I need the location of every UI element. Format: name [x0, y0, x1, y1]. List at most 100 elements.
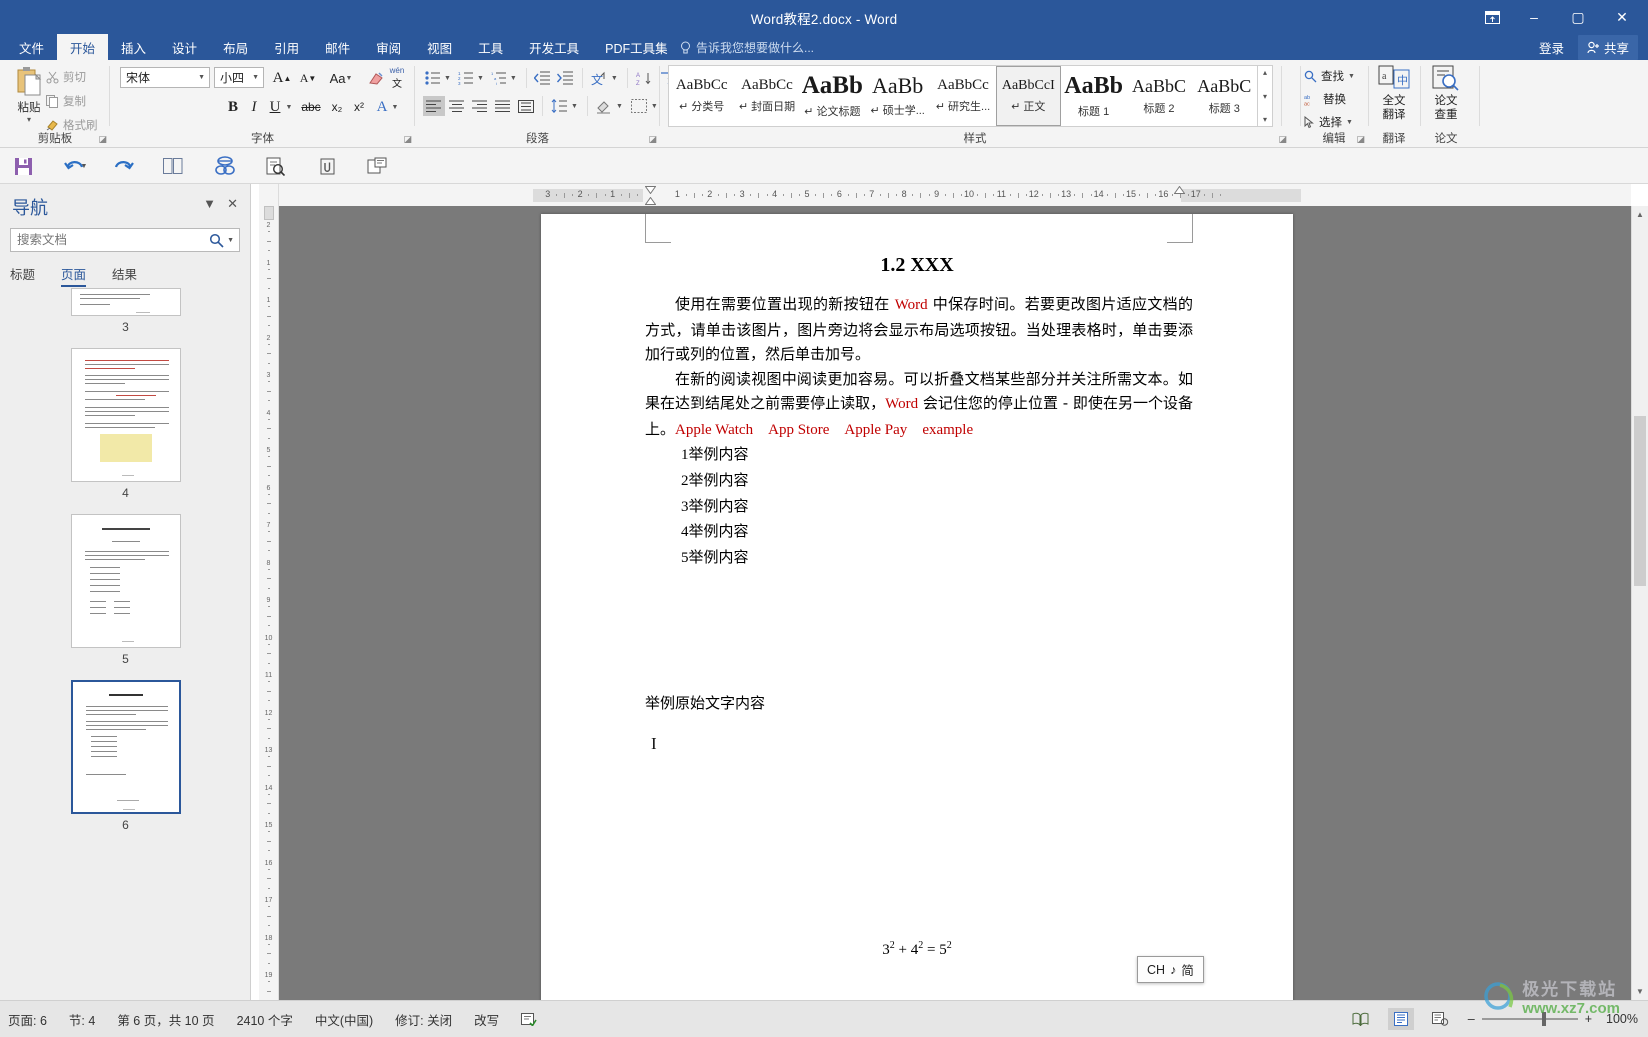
multilevel-caret[interactable]: ▼ [510, 75, 517, 82]
status-word-count[interactable]: 2410 个字 [237, 1010, 293, 1029]
clipboard-dialog-launcher[interactable]: ◪ [98, 134, 107, 145]
scroll-up-arrow-icon[interactable]: ▲ [1632, 206, 1648, 223]
view-read-mode-button[interactable] [1348, 1008, 1374, 1030]
replace-button[interactable]: ab ac 替换 [1304, 91, 1346, 107]
tab-review[interactable]: 审阅 [363, 34, 414, 60]
find-caret[interactable]: ▼ [1348, 73, 1355, 80]
first-line-indent-marker[interactable] [645, 185, 656, 194]
numbered-list-icon[interactable]: 123 [456, 68, 476, 88]
nav-tab-results[interactable]: 结果 [112, 264, 137, 287]
align-right-icon[interactable] [469, 96, 491, 116]
tab-insert[interactable]: 插入 [108, 34, 159, 60]
styles-scroll-up-icon[interactable]: ▴ [1263, 68, 1267, 77]
font-name-combo[interactable]: 宋体 ▼ [120, 67, 210, 88]
chevron-down-icon[interactable]: ▼ [252, 74, 259, 81]
align-left-icon[interactable] [423, 96, 445, 116]
tab-layout[interactable]: 布局 [210, 34, 261, 60]
tab-pdf-tools[interactable]: PDF工具集 [592, 34, 681, 60]
justify-icon[interactable] [492, 96, 514, 116]
thumbnail-page-5[interactable] [70, 514, 181, 648]
signin-link[interactable]: 登录 [1539, 38, 1564, 57]
asian-layout-caret[interactable]: ▼ [611, 75, 618, 82]
tab-view[interactable]: 视图 [414, 34, 465, 60]
increase-indent-icon[interactable] [555, 68, 577, 88]
align-center-icon[interactable] [446, 96, 468, 116]
borders-icon[interactable] [628, 96, 650, 116]
search-input[interactable]: ▼ [10, 228, 240, 252]
style-item-2[interactable]: AaBb ↵ 论文标题 [800, 66, 865, 126]
multilevel-list-icon[interactable]: 1ai [489, 68, 509, 88]
paper-check-button[interactable]: 论文 查重 [1423, 65, 1469, 123]
sort-icon[interactable]: AZ [633, 68, 655, 88]
distribute-icon[interactable] [515, 96, 537, 116]
zoom-slider[interactable]: – + [1468, 1012, 1592, 1026]
zoom-level-label[interactable]: 100% [1606, 1012, 1638, 1026]
vertical-scrollbar[interactable]: ▲ ▼ [1631, 206, 1648, 1000]
status-page-indicator[interactable]: 页面: 6 [8, 1010, 47, 1029]
vertical-ruler[interactable]: 211234567891011121314151617181920 [259, 184, 279, 1000]
print-preview-icon[interactable] [260, 153, 290, 179]
clear-formatting-button[interactable] [364, 67, 388, 89]
cut-button[interactable]: 剪切 [46, 69, 86, 85]
scroll-down-arrow-icon[interactable]: ▼ [1632, 983, 1648, 1000]
tab-file[interactable]: 文件 [6, 34, 57, 60]
thumbnail-page-3[interactable] [70, 288, 181, 316]
borders-caret[interactable]: ▼ [651, 103, 658, 110]
bullets-caret[interactable]: ▼ [444, 75, 451, 82]
style-item-4[interactable]: AaBbCc ↵ 研究生... [930, 66, 995, 126]
thumbnail-page-4[interactable] [70, 348, 181, 482]
chevron-down-icon[interactable]: ▼ [203, 196, 216, 211]
nav-tab-headings[interactable]: 标题 [10, 264, 35, 287]
undo-dropdown-caret[interactable]: ▼ [80, 153, 92, 179]
redo-icon[interactable] [108, 153, 138, 179]
change-case-button[interactable]: Aa ▼ [326, 67, 360, 89]
tab-references[interactable]: 引用 [261, 34, 312, 60]
close-button[interactable]: ✕ [1600, 2, 1644, 32]
chevron-down-icon[interactable]: ▼ [198, 74, 205, 81]
style-item-3[interactable]: AaBb ↵ 硕士学... [865, 66, 930, 126]
line-spacing-icon[interactable] [548, 96, 570, 116]
decrease-indent-icon[interactable] [532, 68, 554, 88]
proofing-icon[interactable] [521, 1012, 537, 1026]
styles-more-icon[interactable]: ▾ [1263, 115, 1267, 124]
text-effects-button[interactable]: A [372, 96, 392, 118]
paragraph-dialog-launcher[interactable]: ◪ [648, 134, 657, 145]
select-button[interactable]: 选择 ▼ [1304, 114, 1357, 130]
bullet-list-icon[interactable] [423, 68, 443, 88]
styles-gallery-scroll[interactable]: ▴ ▾ ▾ [1258, 65, 1273, 127]
navigation-search-field[interactable] [11, 233, 207, 247]
asian-layout-icon[interactable]: 文 [588, 68, 610, 88]
copy-button[interactable]: 复制 [46, 93, 86, 109]
bold-button[interactable]: B [223, 96, 243, 118]
page-thumbnails[interactable]: 3 4 5 6 [0, 288, 250, 1000]
attach-icon[interactable] [312, 153, 342, 179]
find-button[interactable]: 查找 ▼ [1304, 68, 1359, 84]
status-overtype[interactable]: 改写 [474, 1010, 499, 1029]
scrollbar-thumb[interactable] [1634, 416, 1646, 586]
select-caret[interactable]: ▼ [1346, 119, 1353, 126]
style-item-1[interactable]: AaBbCc ↵ 封面日期 [734, 66, 799, 126]
style-item-heading1[interactable]: AaBb 标题 1 [1061, 66, 1126, 126]
style-item-0[interactable]: AaBbCc ↵ 分类号 [669, 66, 734, 126]
status-section-indicator[interactable]: 节: 4 [69, 1010, 95, 1029]
thumbnail-page-6[interactable] [70, 680, 181, 814]
subscript-button[interactable]: x₂ [326, 96, 348, 118]
minimize-button[interactable]: – [1512, 2, 1556, 32]
font-size-combo[interactable]: 小四 ▼ [214, 67, 264, 88]
zoom-out-button[interactable]: – [1468, 1012, 1475, 1026]
view-print-layout-button[interactable] [1387, 1008, 1414, 1030]
nav-tab-pages[interactable]: 页面 [61, 264, 87, 287]
ribbon-display-options-icon[interactable] [1472, 2, 1512, 32]
ime-status-popup[interactable]: CH ♪ 简 [1137, 956, 1204, 983]
font-dialog-launcher[interactable]: ◪ [403, 134, 412, 145]
document-body[interactable]: 使用在需要位置出现的新按钮在 Word 中保存时间。若要更改图片适应文档的方式，… [645, 292, 1193, 571]
translate-all-button[interactable]: a中 全文 翻译 [1371, 65, 1417, 123]
status-language[interactable]: 中文(中国) [315, 1010, 373, 1029]
styles-scroll-down-icon[interactable]: ▾ [1263, 92, 1267, 101]
style-item-normal[interactable]: AaBbCcI ↵ 正文 [995, 66, 1061, 126]
line-spacing-caret[interactable]: ▼ [571, 103, 578, 110]
style-item-heading2[interactable]: AaBbC 标题 2 [1126, 66, 1191, 126]
underline-dropdown-caret[interactable]: ▼ [285, 96, 297, 118]
right-indent-marker[interactable] [1174, 185, 1185, 194]
editing-dialog-launcher[interactable]: ◪ [1356, 134, 1365, 145]
